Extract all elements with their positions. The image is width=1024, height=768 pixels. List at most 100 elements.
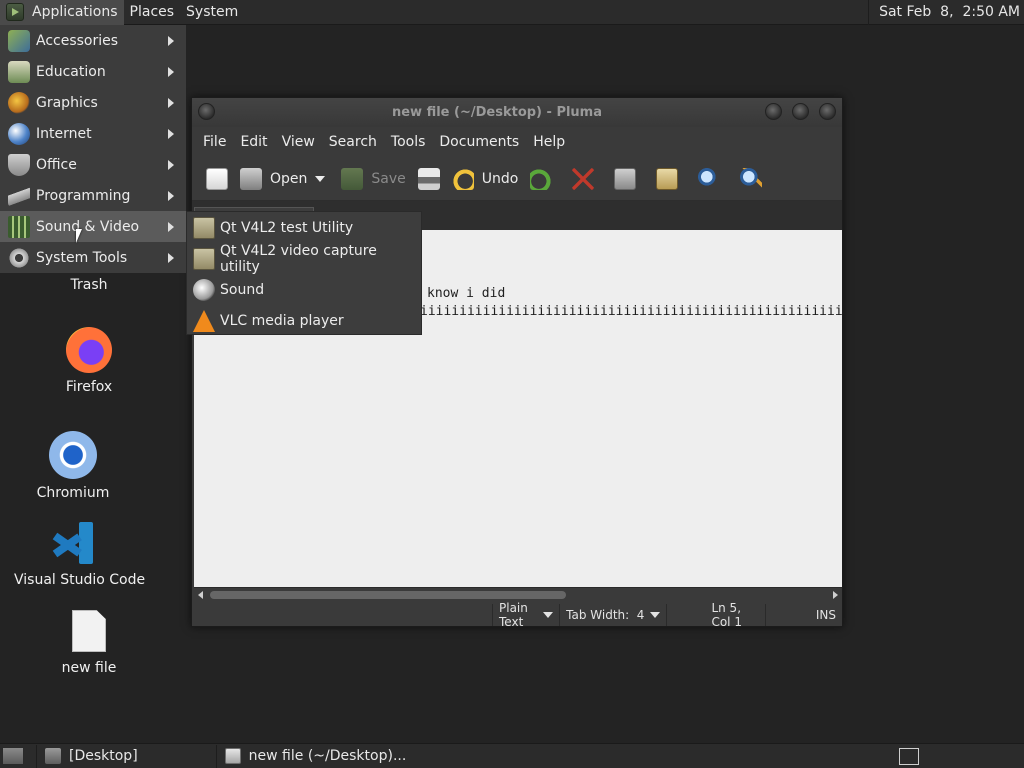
submenu-item-label: VLC media player xyxy=(220,312,344,329)
desktop-icon-vscode[interactable]: Visual Studio Code xyxy=(14,520,146,588)
folder-icon xyxy=(193,247,215,270)
office-icon xyxy=(8,153,30,176)
menu-item-label: System Tools xyxy=(36,249,128,266)
desktop-icon-firefox[interactable]: Firefox xyxy=(50,327,128,395)
taskbar-item-desktop[interactable]: [Desktop] xyxy=(36,744,146,768)
menu-file[interactable]: File xyxy=(196,134,233,150)
folder-icon xyxy=(45,748,61,764)
submenu-arrow-icon xyxy=(168,160,174,170)
statusbar: Plain Text Tab Width: 4 Ln 5, Col 1 INS xyxy=(192,601,842,629)
menu-item-programming[interactable]: Programming xyxy=(0,180,186,211)
pluma-icon xyxy=(224,748,241,764)
menu-item-internet[interactable]: Internet xyxy=(0,118,186,149)
submenu-arrow-icon xyxy=(168,98,174,108)
redo-button[interactable] xyxy=(524,163,558,195)
toolbar: Open Save Undo xyxy=(192,157,842,201)
desktop-icon-label: Chromium xyxy=(36,485,110,501)
taskbar-item-pluma[interactable]: new file (~/Desktop)... xyxy=(215,744,415,768)
tab-width-selector[interactable]: Tab Width: 4 xyxy=(559,603,666,626)
scroll-left-icon[interactable] xyxy=(198,591,203,599)
menu-item-graphics[interactable]: Graphics xyxy=(0,87,186,118)
cut-icon xyxy=(572,167,595,190)
submenu-item-sound[interactable]: Sound xyxy=(187,274,421,305)
submenu-item-qt-v4l2-capture[interactable]: Qt V4L2 video capture utility xyxy=(187,243,421,275)
language-selector[interactable]: Plain Text xyxy=(492,601,559,629)
menu-item-education[interactable]: Education xyxy=(0,56,186,87)
paste-icon xyxy=(656,167,679,190)
desktop-icon-new-file[interactable]: new file xyxy=(56,610,122,676)
open-icon xyxy=(240,167,262,190)
save-button[interactable]: Save xyxy=(335,163,411,195)
window-menu-button[interactable] xyxy=(198,103,215,120)
menu-item-label: Education xyxy=(36,63,106,80)
system-menu[interactable]: System xyxy=(180,0,244,25)
desktop-icon-trash[interactable]: Trash xyxy=(58,277,120,293)
window-titlebar[interactable]: new file (~/Desktop) - Pluma xyxy=(192,98,842,127)
chevron-down-icon xyxy=(650,611,661,618)
horizontal-scrollbar[interactable] xyxy=(194,587,842,601)
sound-video-icon xyxy=(8,215,30,238)
programming-icon xyxy=(8,184,30,207)
taskbar-item-label: [Desktop] xyxy=(69,748,138,764)
menu-item-label: Internet xyxy=(36,125,92,142)
open-recent-dropdown-icon[interactable] xyxy=(315,175,326,182)
menu-documents[interactable]: Documents xyxy=(432,134,526,150)
show-desktop-icon[interactable] xyxy=(2,747,24,765)
desktop-icon-label: new file xyxy=(61,660,117,676)
submenu-arrow-icon xyxy=(168,253,174,263)
desktop-icon-label: Visual Studio Code xyxy=(14,572,146,588)
search-icon xyxy=(698,167,721,190)
editor-line: iiiiiiiiiiiiiiiiiiiiiiiiiiiiiiiiiiiiiiii… xyxy=(420,304,842,319)
desktop-icon-label: Firefox xyxy=(65,379,113,395)
editor-line: know i did xyxy=(427,286,506,301)
open-button[interactable]: Open xyxy=(234,163,313,195)
menu-view[interactable]: View xyxy=(275,134,322,150)
places-menu[interactable]: Places xyxy=(124,0,181,25)
find-button[interactable] xyxy=(692,163,726,195)
minimize-button[interactable] xyxy=(765,103,782,120)
menu-item-accessories[interactable]: Accessories xyxy=(0,25,186,56)
new-document-button[interactable] xyxy=(200,163,234,195)
scroll-right-icon[interactable] xyxy=(833,591,838,599)
bottom-panel: [Desktop] new file (~/Desktop)... xyxy=(0,743,1024,768)
find-replace-button[interactable] xyxy=(734,163,768,195)
close-button[interactable] xyxy=(819,103,836,120)
undo-icon xyxy=(451,167,474,190)
desktop-icon-chromium[interactable]: Chromium xyxy=(30,431,116,501)
print-button[interactable] xyxy=(412,163,446,195)
cut-button[interactable] xyxy=(566,163,600,195)
submenu-item-qt-v4l2-test[interactable]: Qt V4L2 test Utility xyxy=(187,212,421,243)
menu-help[interactable]: Help xyxy=(526,134,572,150)
graphics-icon xyxy=(8,91,30,114)
vscode-icon xyxy=(51,520,97,566)
submenu-arrow-icon xyxy=(168,129,174,139)
new-document-icon xyxy=(206,167,228,190)
menu-item-system-tools[interactable]: System Tools xyxy=(0,242,186,273)
submenu-item-vlc[interactable]: VLC media player xyxy=(187,305,421,336)
submenu-arrow-icon xyxy=(168,222,174,232)
undo-button[interactable]: Undo xyxy=(446,163,525,195)
system-tools-icon xyxy=(8,246,30,269)
mouse-cursor-icon xyxy=(76,229,82,243)
menu-item-label: Office xyxy=(36,156,77,173)
save-icon xyxy=(341,167,364,190)
menu-item-sound-video[interactable]: Sound & Video xyxy=(0,211,186,242)
menu-edit[interactable]: Edit xyxy=(233,134,274,150)
maximize-button[interactable] xyxy=(792,103,809,120)
applications-menu[interactable]: Applications xyxy=(0,0,124,25)
copy-button[interactable] xyxy=(608,163,642,195)
paste-button[interactable] xyxy=(650,163,684,195)
menu-item-office[interactable]: Office xyxy=(0,149,186,180)
sound-icon xyxy=(193,278,215,301)
menu-search[interactable]: Search xyxy=(322,134,384,150)
workspace-switcher[interactable] xyxy=(899,747,919,765)
taskbar-item-label: new file (~/Desktop)... xyxy=(248,748,407,764)
folder-icon xyxy=(193,216,215,239)
menu-tools[interactable]: Tools xyxy=(384,134,433,150)
clock[interactable]: Sat Feb 8, 2:50 AM xyxy=(868,0,1024,25)
window-title: new file (~/Desktop) - Pluma xyxy=(391,105,602,120)
scroll-thumb[interactable] xyxy=(210,591,566,599)
copy-icon xyxy=(614,167,637,190)
internet-icon xyxy=(8,122,30,145)
redo-icon xyxy=(530,167,553,190)
